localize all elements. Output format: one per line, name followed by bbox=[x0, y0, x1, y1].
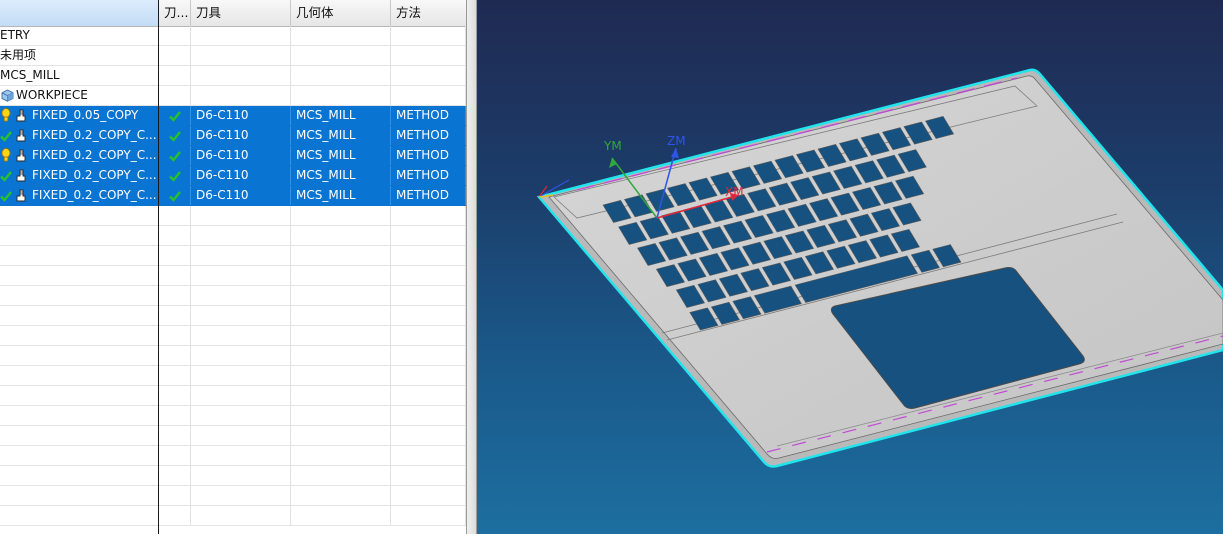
tree-node-mcs-mill[interactable]: MCS_MILL bbox=[0, 66, 467, 86]
mill-operation-icon bbox=[16, 129, 26, 142]
operation-method: METHOD bbox=[391, 146, 466, 165]
operation-name: FIXED_0.2_COPY_C... bbox=[32, 188, 157, 202]
column-header-geometry[interactable]: 几何体 bbox=[291, 0, 391, 26]
empty-row bbox=[0, 386, 467, 406]
panel-splitter[interactable] bbox=[467, 0, 477, 534]
path-status-check-icon bbox=[168, 191, 181, 202]
operation-geometry: MCS_MILL bbox=[291, 146, 391, 165]
empty-row bbox=[0, 486, 467, 506]
axis-label-y: YM bbox=[603, 139, 622, 153]
check-icon bbox=[0, 171, 12, 182]
column-header-path[interactable]: 刀... bbox=[159, 0, 191, 26]
warning-bulb-icon bbox=[1, 108, 11, 122]
operation-name: FIXED_0.05_COPY bbox=[32, 108, 139, 122]
column-header-tool[interactable]: 刀具 bbox=[191, 0, 291, 26]
operation-tool: D6-C110 bbox=[191, 166, 291, 185]
empty-row bbox=[0, 406, 467, 426]
operation-tool: D6-C110 bbox=[191, 146, 291, 165]
column-header-method[interactable]: 方法 bbox=[391, 0, 467, 26]
axis-label-z: ZM bbox=[667, 134, 686, 148]
tree-node-label: ETRY bbox=[0, 26, 159, 45]
operation-geometry: MCS_MILL bbox=[291, 186, 391, 205]
empty-row bbox=[0, 306, 467, 326]
check-icon bbox=[0, 131, 12, 142]
axis-label-x: XM bbox=[725, 185, 744, 199]
tree-node-workpiece[interactable]: WORKPIECE bbox=[0, 86, 467, 106]
tree-node-label: WORKPIECE bbox=[16, 88, 88, 102]
tree-node-label: MCS_MILL bbox=[0, 66, 159, 85]
operation-row[interactable]: FIXED_0.2_COPY_C... D6-C110 MCS_MILL MET… bbox=[0, 166, 467, 186]
empty-row bbox=[0, 326, 467, 346]
operation-geometry: MCS_MILL bbox=[291, 166, 391, 185]
operation-tool: D6-C110 bbox=[191, 106, 291, 125]
empty-row bbox=[0, 366, 467, 386]
operation-geometry: MCS_MILL bbox=[291, 126, 391, 145]
column-divider bbox=[158, 0, 159, 534]
mill-operation-icon bbox=[16, 109, 26, 122]
empty-row bbox=[0, 426, 467, 446]
navigator-rows: ETRY 未用项 MCS_MILL WORKPIECE FIXED_0.05_C… bbox=[0, 26, 467, 526]
empty-row bbox=[0, 446, 467, 466]
operation-method: METHOD bbox=[391, 186, 466, 205]
operation-row[interactable]: FIXED_0.2_COPY_C... D6-C110 MCS_MILL MET… bbox=[0, 146, 467, 166]
operation-name: FIXED_0.2_COPY_C... bbox=[32, 148, 157, 162]
operation-row[interactable]: FIXED_0.05_COPY D6-C110 MCS_MILL METHOD bbox=[0, 106, 467, 126]
column-header-name[interactable] bbox=[0, 0, 159, 26]
tree-node-geometry[interactable]: ETRY bbox=[0, 26, 467, 46]
tree-node-label: 未用项 bbox=[0, 46, 159, 65]
operation-tool: D6-C110 bbox=[191, 126, 291, 145]
path-status-check-icon bbox=[168, 171, 181, 182]
empty-row bbox=[0, 206, 467, 226]
empty-row bbox=[0, 286, 467, 306]
operation-geometry: MCS_MILL bbox=[291, 106, 391, 125]
part-model: YM ZM XM bbox=[536, 68, 1223, 468]
operation-navigator: 刀... 刀具 几何体 方法 ETRY 未用项 MCS_MILL WORKPIE… bbox=[0, 0, 467, 534]
mill-operation-icon bbox=[16, 169, 26, 182]
tree-node-unused[interactable]: 未用项 bbox=[0, 46, 467, 66]
operation-row[interactable]: FIXED_0.2_COPY_C... D6-C110 MCS_MILL MET… bbox=[0, 186, 467, 206]
path-status-check-icon bbox=[168, 151, 181, 162]
warning-bulb-icon bbox=[1, 148, 11, 162]
navigator-header: 刀... 刀具 几何体 方法 bbox=[0, 0, 467, 27]
empty-row bbox=[0, 466, 467, 486]
operation-method: METHOD bbox=[391, 106, 466, 125]
graphics-viewport[interactable]: YM ZM XM bbox=[477, 0, 1223, 534]
mill-operation-icon bbox=[16, 189, 26, 202]
workpiece-icon bbox=[1, 89, 14, 102]
operation-method: METHOD bbox=[391, 126, 466, 145]
path-status-check-icon bbox=[168, 111, 181, 122]
empty-row bbox=[0, 246, 467, 266]
empty-row bbox=[0, 266, 467, 286]
operation-tool: D6-C110 bbox=[191, 186, 291, 205]
empty-row bbox=[0, 226, 467, 246]
empty-row bbox=[0, 506, 467, 526]
operation-method: METHOD bbox=[391, 166, 466, 185]
operation-row[interactable]: FIXED_0.2_COPY_C... D6-C110 MCS_MILL MET… bbox=[0, 126, 467, 146]
operation-name: FIXED_0.2_COPY_C... bbox=[32, 128, 157, 142]
path-status-check-icon bbox=[168, 131, 181, 142]
check-icon bbox=[0, 191, 12, 202]
operation-name: FIXED_0.2_COPY_C... bbox=[32, 168, 157, 182]
mill-operation-icon bbox=[16, 149, 26, 162]
empty-row bbox=[0, 346, 467, 366]
